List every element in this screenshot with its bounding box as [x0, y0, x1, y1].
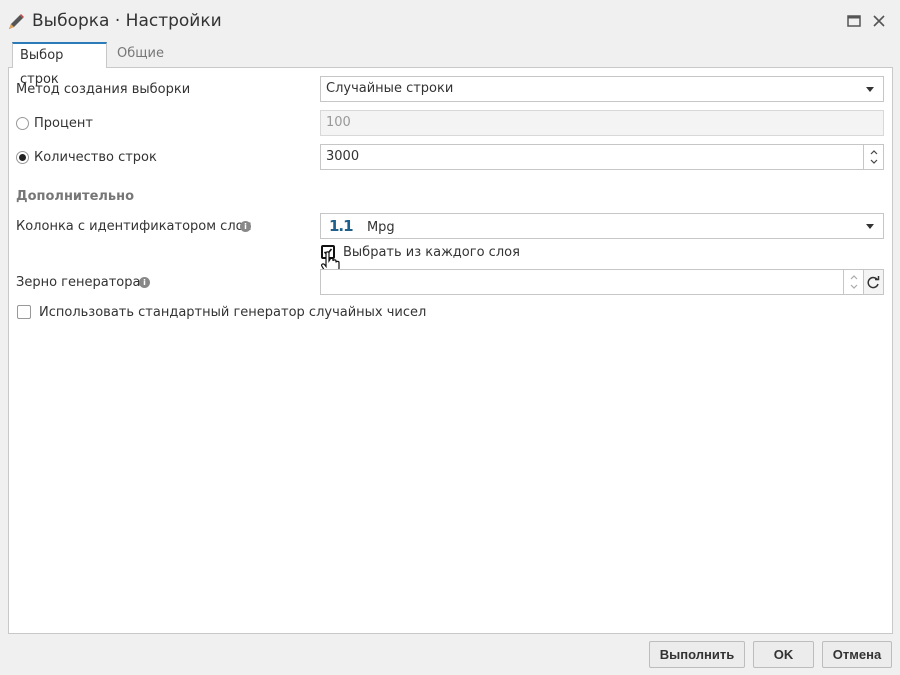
tab-general[interactable]: Общие: [110, 42, 171, 68]
refresh-icon: [867, 276, 880, 289]
advanced-heading: Дополнительно: [16, 189, 135, 204]
sample-each-stratum-label: Выбрать из каждого слоя: [343, 245, 520, 260]
method-dropdown[interactable]: Случайные строки: [320, 76, 884, 102]
refresh-seed-button[interactable]: [863, 269, 884, 295]
strata-column-dropdown[interactable]: 1.1 Mpg: [320, 213, 884, 239]
row-count-input[interactable]: 3000: [320, 144, 884, 170]
maximize-icon[interactable]: [845, 12, 863, 30]
percent-radio[interactable]: [16, 117, 29, 130]
chevron-down-icon: [866, 87, 874, 92]
strata-column-label: Колонка с идентификатором слоя: [16, 219, 252, 234]
spinner-arrows-icon: [870, 150, 878, 164]
chevron-down-icon: [866, 224, 874, 229]
use-default-rng-checkbox[interactable]: [17, 305, 31, 319]
spinner-arrows-icon: [850, 275, 858, 289]
row-count-stepper[interactable]: [863, 145, 883, 169]
percent-input[interactable]: 100: [320, 110, 884, 136]
pencil-icon: [9, 14, 24, 29]
close-icon[interactable]: [870, 12, 888, 30]
use-default-rng-label: Использовать стандартный генератор случа…: [39, 305, 427, 320]
seed-label: Зерно генератора: [16, 275, 141, 290]
method-value: Случайные строки: [326, 81, 454, 96]
row-count-radio[interactable]: [16, 151, 29, 164]
strata-column-value: Mpg: [366, 220, 395, 235]
info-icon[interactable]: i: [139, 277, 150, 288]
cancel-button[interactable]: Отмена: [822, 641, 892, 668]
run-button[interactable]: Выполнить: [649, 641, 745, 668]
tab-row-selection[interactable]: Выбор строк: [12, 42, 107, 87]
seed-input[interactable]: [320, 269, 864, 295]
ok-button[interactable]: OK: [753, 641, 814, 668]
row-count-value: 3000: [326, 149, 360, 164]
window-title: Выборка · Настройки: [32, 11, 222, 31]
percent-label: Процент: [34, 116, 93, 131]
seed-stepper[interactable]: [843, 270, 863, 294]
row-count-label: Количество строк: [34, 150, 157, 165]
numeric-type-icon: 1.1: [329, 217, 354, 235]
info-icon[interactable]: i: [240, 221, 251, 232]
